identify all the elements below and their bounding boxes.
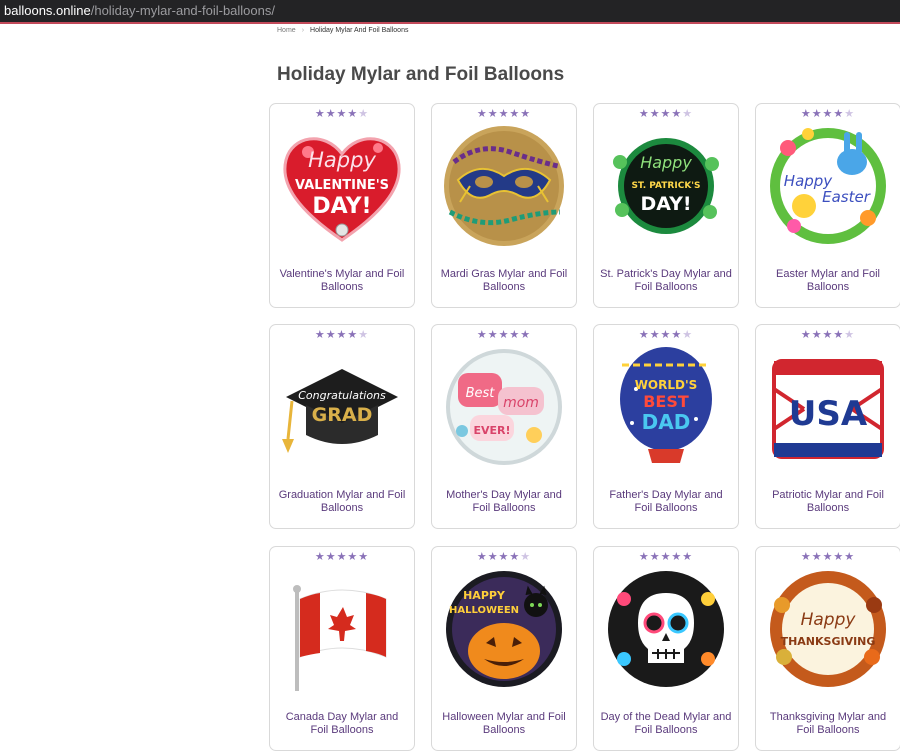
product-card-mardi-gras-mask[interactable]: ★★★★★ Mardi Gras Mylar and Foil Balloons [431, 103, 577, 308]
product-title-link[interactable]: Mother's Day Mylar and Foil Balloons [438, 489, 570, 515]
svg-text:DAD: DAD [642, 410, 691, 434]
graduation-cap-balloon-image[interactable]: Congratulations GRAD [278, 343, 406, 471]
product-title-link[interactable]: Mardi Gras Mylar and Foil Balloons [438, 268, 570, 294]
mothers-day-balloon-image[interactable]: Best mom EVER! [440, 343, 568, 471]
rating-stars: ★★★★★ [476, 108, 532, 120]
canada-flag-balloon-image[interactable] [278, 565, 406, 693]
svg-text:HALLOWEEN: HALLOWEEN [449, 605, 519, 616]
svg-text:Happy: Happy [801, 610, 857, 630]
product-card-halloween[interactable]: ★★★★★ HAPPY HALLOWEEN Halloween Mylar and… [431, 546, 577, 751]
product-card-canada-flag[interactable]: ★★★★★ Canada Day Mylar and Foil Balloons [269, 546, 415, 751]
product-card-easter[interactable]: ★★★★★ Happy Easter Easter Mylar and Foil … [755, 103, 900, 308]
product-title-link[interactable]: St. Patrick's Day Mylar and Foil Balloon… [600, 268, 732, 294]
breadcrumb-separator: › [301, 27, 305, 34]
fathers-day-balloon-image[interactable]: WORLD'SBESTDAD [602, 343, 730, 471]
easter-balloon-image[interactable]: Happy Easter [764, 122, 892, 250]
url-path: /holiday-mylar-and-foil-balloons/ [90, 3, 275, 18]
patriotic-cube-balloon-image[interactable]: USA [764, 343, 892, 471]
product-card-mothers-day[interactable]: ★★★★★ Best mom EVER! Mother's Day Mylar a… [431, 324, 577, 529]
svg-text:ST. PATRICK'S: ST. PATRICK'S [631, 181, 700, 191]
rating-stars: ★★★★★ [638, 108, 694, 120]
product-card-st-patricks[interactable]: ★★★★★ Happy ST. PATRICK'S DAY! St. Patrick… [593, 103, 739, 308]
product-title-link[interactable]: Day of the Dead Mylar and Foil Balloons [600, 711, 732, 737]
product-title-link[interactable]: Canada Day Mylar and Foil Balloons [276, 711, 408, 737]
product-card-graduation-cap[interactable]: ★★★★★ Congratulations GRAD Graduation Myl… [269, 324, 415, 529]
svg-text:THANKSGIVING: THANKSGIVING [781, 635, 876, 648]
url-host: balloons.online [4, 3, 91, 18]
page-title: Holiday Mylar and Foil Balloons [277, 64, 565, 85]
product-card-thanksgiving[interactable]: ★★★★★ Happy THANKSGIVING Thanksgiving Myl… [755, 546, 900, 751]
product-title-link[interactable]: Easter Mylar and Foil Balloons [762, 268, 894, 294]
valentine-heart-balloon-image[interactable]: Happy VALENTINE'SDAY! [278, 122, 406, 250]
svg-text:EVER!: EVER! [473, 424, 510, 437]
rating-stars: ★★★★★ [314, 108, 370, 120]
address-bar[interactable]: balloons.online/holiday-mylar-and-foil-b… [0, 0, 900, 24]
svg-text:VALENTINE'S: VALENTINE'S [295, 178, 389, 193]
rating-stars: ★★★★★ [314, 329, 370, 341]
product-card-valentine-heart[interactable]: ★★★★★ Happy VALENTINE'S DAY! Valentine's … [269, 103, 415, 308]
rating-stars: ★★★★★ [314, 551, 370, 563]
product-title-link[interactable]: Father's Day Mylar and Foil Balloons [600, 489, 732, 515]
breadcrumb-current: Holiday Mylar And Foil Balloons [310, 27, 409, 34]
st-patricks-balloon-image[interactable]: Happy ST. PATRICK'S DAY! [602, 122, 730, 250]
halloween-balloon-image[interactable]: HAPPY HALLOWEEN [440, 565, 568, 693]
svg-text:Easter: Easter [822, 188, 871, 206]
svg-text:USA: USA [789, 394, 868, 434]
thanksgiving-balloon-image[interactable]: Happy THANKSGIVING [764, 565, 892, 693]
rating-stars: ★★★★★ [638, 551, 694, 563]
rating-stars: ★★★★★ [800, 551, 856, 563]
svg-text:Happy: Happy [308, 148, 376, 172]
svg-text:Happy: Happy [640, 153, 692, 172]
product-title-link[interactable]: Thanksgiving Mylar and Foil Balloons [762, 711, 894, 737]
svg-text:DAY!: DAY! [312, 194, 371, 219]
svg-text:mom: mom [503, 395, 539, 411]
svg-text:Congratulations: Congratulations [298, 389, 386, 402]
sugar-skull-balloon-image[interactable] [602, 565, 730, 693]
product-title-link[interactable]: Valentine's Mylar and Foil Balloons [276, 268, 408, 294]
svg-text:WORLD'S: WORLD'S [635, 378, 698, 392]
product-title-link[interactable]: Halloween Mylar and Foil Balloons [438, 711, 570, 737]
product-title-link[interactable]: Graduation Mylar and Foil Balloons [276, 489, 408, 515]
rating-stars: ★★★★★ [476, 329, 532, 341]
product-card-fathers-day[interactable]: ★★★★★ WORLD'S BEST DAD Father's Day Mylar … [593, 324, 739, 529]
rating-stars: ★★★★★ [638, 329, 694, 341]
product-card-patriotic-cube[interactable]: ★★★★★ USA Patriotic Mylar and Foil Balloo… [755, 324, 900, 529]
product-card-sugar-skull[interactable]: ★★★★★ Day of the Dead Mylar and Foil Bal… [593, 546, 739, 751]
mardi-gras-mask-balloon-image[interactable] [440, 122, 568, 250]
svg-text:Best: Best [466, 386, 496, 401]
breadcrumb-home-link[interactable]: Home [277, 27, 296, 34]
product-title-link[interactable]: Patriotic Mylar and Foil Balloons [762, 489, 894, 515]
rating-stars: ★★★★★ [800, 108, 856, 120]
svg-text:DAY!: DAY! [640, 193, 691, 215]
svg-text:BEST: BEST [643, 392, 689, 411]
svg-text:GRAD: GRAD [312, 404, 373, 426]
svg-text:HAPPY: HAPPY [463, 589, 506, 602]
rating-stars: ★★★★★ [800, 329, 856, 341]
rating-stars: ★★★★★ [476, 551, 532, 563]
address-bar-divider [0, 22, 900, 24]
breadcrumb: Home › Holiday Mylar And Foil Balloons [277, 27, 408, 34]
